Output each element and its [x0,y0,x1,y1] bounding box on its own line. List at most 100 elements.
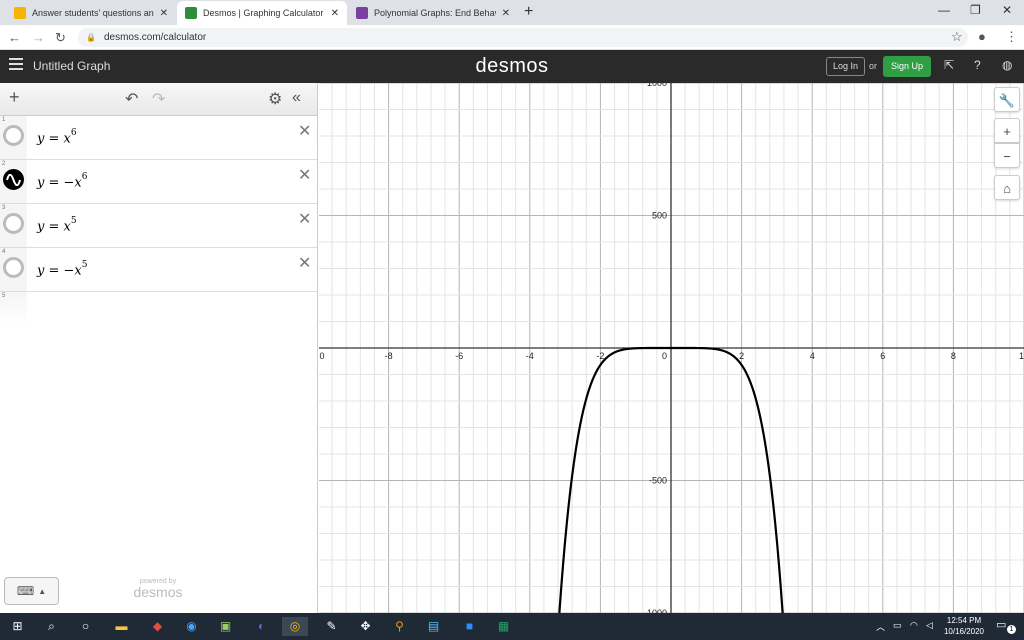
keyboard-toggle-button[interactable]: ⌨ ▲ [4,577,59,605]
graph-paper[interactable]: -10-8-6-4-202468101000500-500-1000 [319,83,1024,613]
expression-toolbar: + ↶ ↷ ⚙ « [0,83,317,116]
new-tab-icon[interactable]: + [524,3,533,21]
menu-kebab-icon[interactable]: ⋮ [1005,29,1018,45]
add-expression-icon[interactable]: + [9,87,20,108]
close-tab-icon[interactable]: ✕ [502,8,510,19]
powered-by-desmos: powered by desmos [133,578,183,600]
or-label: or [869,61,878,71]
visibility-toggle-icon[interactable] [3,257,24,278]
graph-canvas[interactable]: -10-8-6-4-202468101000500-500-1000 [319,83,1024,613]
excel-icon[interactable]: ▦ [494,617,513,636]
expression-math[interactable]: y = −x6 [37,172,87,190]
x-tick-label: 10 [1019,351,1024,361]
expression-row[interactable]: 4 y = −x5 ✕ [0,248,317,292]
tab-favicon-icon [14,7,26,19]
task-view-icon[interactable]: ○ [76,617,95,636]
delete-expression-icon[interactable]: ✕ [298,253,311,273]
expression-number: 4 [2,249,6,255]
reload-icon[interactable]: ↻ [55,30,66,46]
expression-number: 1 [2,117,6,123]
expression-math[interactable]: y = −x5 [37,260,87,278]
windows-start-icon[interactable]: ⊞ [8,617,27,636]
login-button[interactable]: Log In [826,57,866,76]
collapse-panel-icon[interactable]: « [292,89,301,107]
x-tick-label: -6 [455,351,463,361]
visibility-toggle-icon[interactable] [3,213,24,234]
chrome-icon[interactable]: ◎ [282,617,308,636]
undo-icon[interactable]: ↶ [125,89,138,109]
signup-button[interactable]: Sign Up [883,56,932,77]
delete-expression-icon[interactable]: ✕ [298,121,311,141]
x-tick-label: 8 [951,351,956,361]
restore-icon[interactable]: ❐ [970,3,981,17]
profile-icon[interactable]: ● [978,29,986,44]
y-tick-label: 1000 [647,83,667,88]
new-expression-row[interactable]: 5 [0,292,317,326]
visibility-toggle-icon[interactable] [3,125,24,146]
expression-number: 2 [2,161,6,167]
expression-row[interactable]: 3 y = x5 ✕ [0,204,317,248]
app-icon[interactable]: ✥ [356,617,375,636]
tab-title: Answer students' questions and [32,8,154,18]
taskbar-clock[interactable]: 12:54 PM 10/16/2020 [938,615,990,637]
url-input[interactable]: 🔒 desmos.com/calculator [78,28,968,47]
close-tab-icon[interactable]: ✕ [160,8,168,19]
app-icon[interactable]: ■ [460,617,479,636]
app-icon[interactable]: ✎ [322,617,341,636]
notification-icon[interactable]: ▭ [996,618,1006,631]
zoom-in-button[interactable]: + [994,118,1020,143]
default-view-home-icon[interactable]: ⌂ [994,175,1020,200]
tab-answer-students[interactable]: Answer students' questions and ✕ [6,1,176,25]
volume-icon[interactable]: ◁ [926,620,933,631]
language-globe-icon[interactable]: ◍ [1002,58,1012,72]
windows-taskbar: ⊞ ⌕ ○ ▬ ◆ ◉ ▣ ◐ ◎ ✎ ✥ ⚲ ▤ ■ ▦ ︿ ▭ ◠ ◁ 12… [0,613,1024,640]
visibility-toggle-icon[interactable] [3,169,24,190]
notification-count: 1 [1007,625,1016,634]
close-window-icon[interactable]: ✕ [1002,3,1012,17]
bookmark-star-icon[interactable]: ☆ [951,29,963,45]
app-icon[interactable]: ▣ [216,617,235,636]
graph-settings-wrench-icon[interactable]: 🔧 [994,87,1020,112]
share-icon[interactable]: ⇱ [944,58,954,72]
settings-gear-icon[interactable]: ⚙ [268,89,282,109]
app-icon[interactable]: ◆ [148,617,167,636]
x-tick-label: -8 [385,351,393,361]
y-tick-label: 500 [652,211,667,221]
redo-icon[interactable]: ↷ [152,89,165,109]
minimize-icon[interactable]: — [938,3,950,17]
delete-expression-icon[interactable]: ✕ [298,209,311,229]
expression-math[interactable]: y = x5 [37,216,77,234]
expression-list-panel: + ↶ ↷ ⚙ « 1 y = x6 ✕ 2 y = −x6 ✕ 3 y = x… [0,83,318,613]
keyboard-icon: ⌨ [16,584,35,598]
app-icon[interactable]: ◐ [252,617,271,636]
x-tick-label: -2 [596,351,604,361]
battery-icon[interactable]: ▭ [893,620,902,631]
expression-row[interactable]: 1 y = x6 ✕ [0,116,317,160]
tray-chevron-icon[interactable]: ︿ [876,620,885,633]
app-icon[interactable]: ⚲ [390,617,409,636]
back-icon[interactable]: ← [8,30,21,45]
expression-math[interactable]: y = x6 [37,128,77,146]
zoom-out-button[interactable]: − [994,143,1020,168]
url-text: desmos.com/calculator [103,32,207,43]
wifi-icon[interactable]: ◠ [910,620,918,631]
tab-favicon-icon [185,7,197,19]
help-icon[interactable]: ? [974,58,981,72]
tab-title: Polynomial Graphs: End Behavior [374,8,496,18]
close-tab-icon[interactable]: ✕ [331,8,339,19]
lock-icon: 🔒 [86,33,96,42]
app-icon[interactable]: ◉ [182,617,201,636]
search-icon[interactable]: ⌕ [42,617,61,636]
browser-tab-strip: Answer students' questions and ✕ Desmos … [0,0,1024,25]
app-icon[interactable]: ▤ [424,617,443,636]
file-explorer-icon[interactable]: ▬ [112,617,131,636]
tab-favicon-icon [356,7,368,19]
forward-icon[interactable]: → [32,30,45,45]
expression-number: 5 [2,293,6,299]
expression-row[interactable]: 2 y = −x6 ✕ [0,160,317,204]
address-bar: ← → ↻ 🔒 desmos.com/calculator ☆ ● ⋮ [0,25,1024,50]
tab-desmos[interactable]: Desmos | Graphing Calculator ✕ [177,1,347,25]
x-tick-label: 4 [810,351,815,361]
delete-expression-icon[interactable]: ✕ [298,165,311,185]
tab-polynomial-graphs[interactable]: Polynomial Graphs: End Behavior ✕ [348,1,518,25]
